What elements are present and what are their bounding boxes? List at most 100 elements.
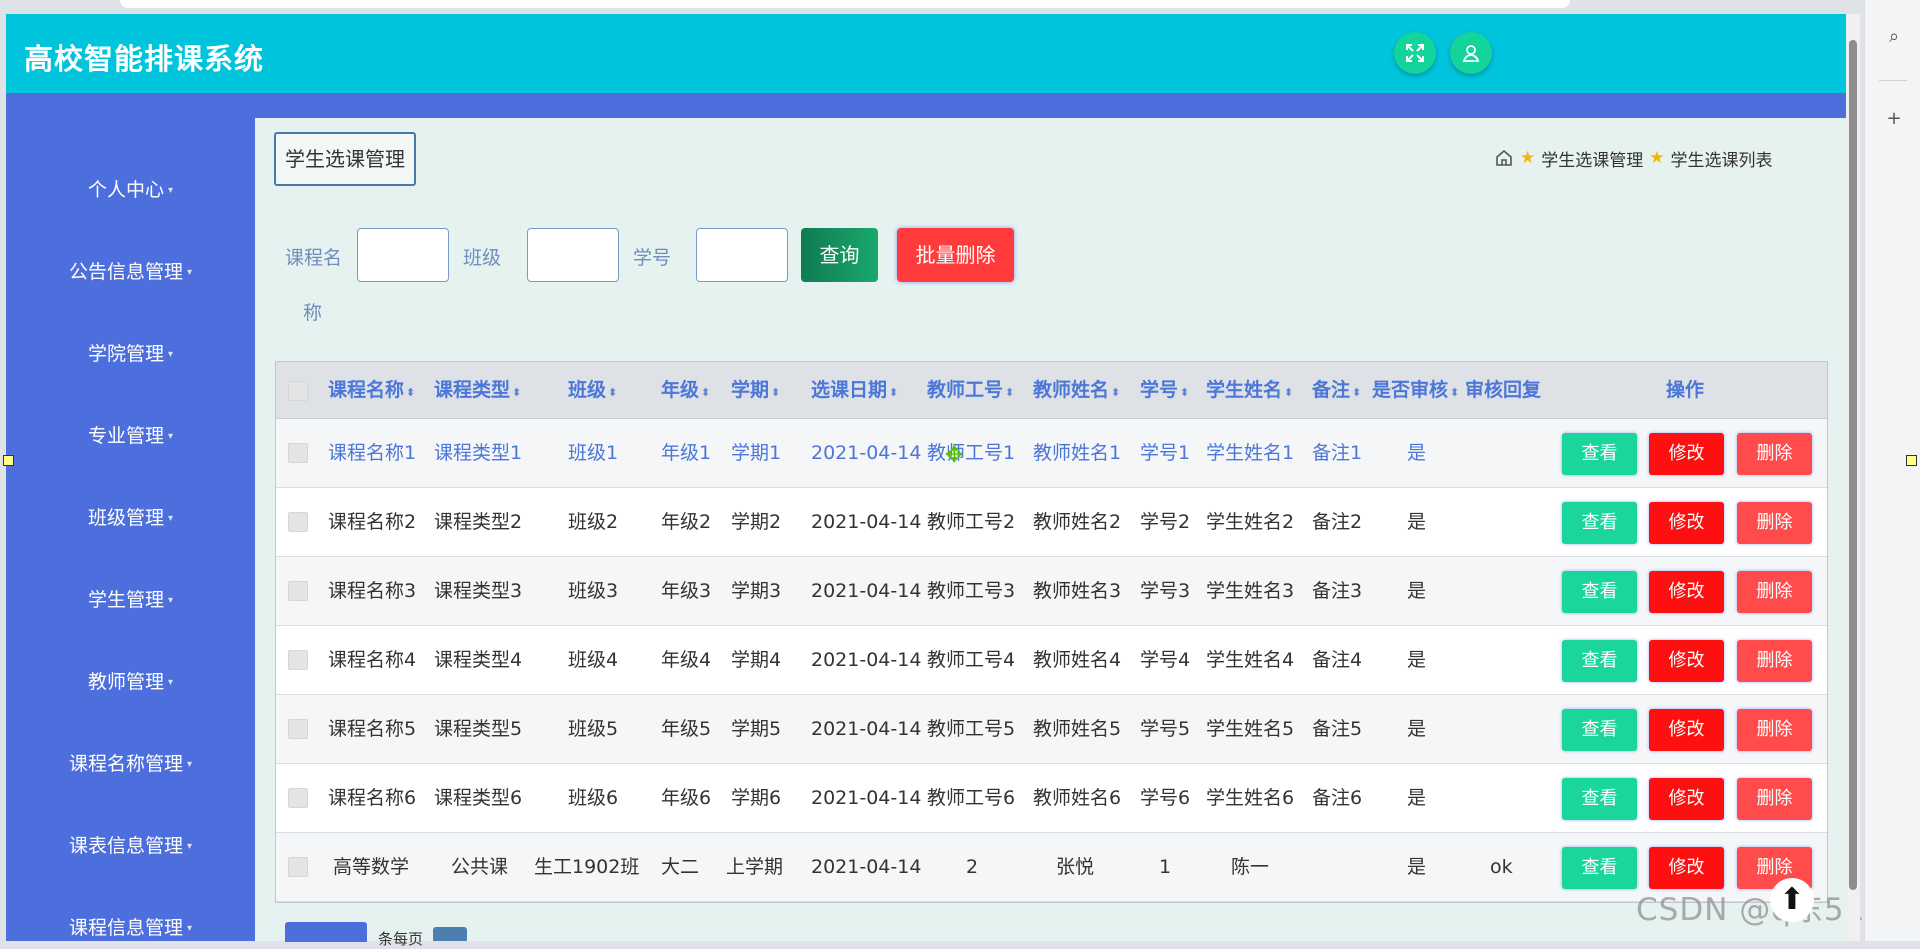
row-checkbox[interactable]	[288, 857, 308, 877]
edit-button[interactable]: 修改	[1649, 847, 1724, 889]
table-cell: 是	[1407, 442, 1427, 464]
delete-button[interactable]: 删除	[1737, 640, 1812, 682]
table-cell: 备注6	[1312, 787, 1363, 809]
column-header[interactable]: 教师姓名 ⬍	[1033, 362, 1120, 418]
table-cell: 2021-04-14	[811, 856, 922, 878]
column-header[interactable]: 备注 ⬍	[1312, 362, 1361, 418]
row-checkbox[interactable]	[288, 788, 308, 808]
table-body: 课程名称1 课程类型1 班级1 年级1 学期1 2021-04-14 教师工号1 教师姓名1 学…	[276, 419, 1827, 902]
column-header[interactable]: 年级 ⬍	[661, 362, 710, 418]
view-button[interactable]: 查看	[1562, 571, 1637, 613]
table-cell: 教师姓名1	[1033, 442, 1122, 464]
table-cell: 2021-04-14	[811, 787, 922, 809]
class-input[interactable]	[527, 228, 619, 282]
view-button[interactable]: 查看	[1562, 709, 1637, 751]
table-cell: 张悦	[1056, 856, 1095, 878]
table-cell: 是	[1407, 649, 1427, 671]
chevron-down-icon: ▾	[167, 512, 174, 524]
page-title-tab[interactable]: 学生选课管理	[274, 132, 416, 186]
search-icon[interactable]: ⌕	[1883, 26, 1905, 48]
divider	[1879, 80, 1907, 81]
table-cell: 年级1	[661, 442, 712, 464]
delete-button[interactable]: 删除	[1737, 709, 1812, 751]
sidebar-item-timetable[interactable]: 课表信息管理 ▾	[6, 826, 255, 866]
course-name-input[interactable]	[357, 228, 449, 282]
scroll-to-top-button[interactable]: ⬆	[1770, 878, 1814, 922]
row-checkbox[interactable]	[288, 650, 308, 670]
table-cell: 课程类型3	[434, 580, 523, 602]
sidebar-item-major[interactable]: 专业管理 ▾	[6, 416, 255, 456]
column-header[interactable]: 学号 ⬍	[1140, 362, 1189, 418]
user-menu-button[interactable]	[1450, 32, 1492, 74]
edit-button[interactable]: 修改	[1649, 709, 1724, 751]
row-checkbox[interactable]	[288, 512, 308, 532]
row-checkbox[interactable]	[288, 443, 308, 463]
delete-button[interactable]: 删除	[1737, 502, 1812, 544]
table-row: 课程名称1 课程类型1 班级1 年级1 学期1 2021-04-14 教师工号1 教师姓名1 学…	[276, 419, 1827, 488]
breadcrumb-item[interactable]: 学生选课列表	[1671, 146, 1773, 171]
table-cell: 备注5	[1312, 718, 1363, 740]
move-cursor-icon: ✥	[945, 443, 964, 468]
column-header[interactable]: 是否审核 ⬍	[1372, 362, 1459, 418]
sidebar-item-course-name[interactable]: 课程名称管理 ▾	[6, 744, 255, 784]
student-no-input[interactable]	[696, 228, 788, 282]
sidebar-item-course-info[interactable]: 课程信息管理 ▾	[6, 908, 255, 941]
address-bar[interactable]	[120, 0, 1570, 8]
delete-button[interactable]: 删除	[1737, 778, 1812, 820]
plus-icon[interactable]: +	[1883, 108, 1905, 130]
edit-button[interactable]: 修改	[1649, 502, 1724, 544]
edit-button[interactable]: 修改	[1649, 433, 1724, 475]
column-header[interactable]: 班级 ⬍	[568, 362, 617, 418]
sidebar-item-label: 学院管理	[87, 343, 164, 365]
sidebar-item-personal-center[interactable]: 个人中心 ▾	[6, 170, 255, 210]
view-button[interactable]: 查看	[1562, 847, 1637, 889]
sidebar-item-teacher[interactable]: 教师管理 ▾	[6, 662, 255, 702]
delete-button[interactable]: 删除	[1737, 433, 1812, 475]
view-button[interactable]: 查看	[1562, 502, 1637, 544]
row-checkbox[interactable]	[288, 581, 308, 601]
arrow-up-icon: ⬆	[1779, 882, 1805, 917]
column-header[interactable]: 教师工号 ⬍	[927, 362, 1014, 418]
table-cell: ok	[1490, 856, 1513, 878]
vertical-scrollbar[interactable]	[1846, 14, 1860, 941]
table-cell: 学生姓名3	[1206, 580, 1295, 602]
sidebar-item-college[interactable]: 学院管理 ▾	[6, 334, 255, 374]
row-checkbox[interactable]	[288, 719, 308, 739]
query-button[interactable]: 查询	[801, 228, 878, 282]
sidebar-item-student[interactable]: 学生管理 ▾	[6, 580, 255, 620]
chevron-down-icon: ▾	[167, 184, 174, 196]
column-header[interactable]: 学期 ⬍	[731, 362, 780, 418]
delete-button[interactable]: 删除	[1737, 571, 1812, 613]
table-cell: 高等数学	[333, 856, 410, 878]
scrollbar-thumb[interactable]	[1849, 40, 1857, 890]
edit-button[interactable]: 修改	[1649, 778, 1724, 820]
sidebar-item-class[interactable]: 班级管理 ▾	[6, 498, 255, 538]
view-button[interactable]: 查看	[1562, 778, 1637, 820]
view-button[interactable]: 查看	[1562, 433, 1637, 475]
app-title: 高校智能排课系统	[24, 42, 265, 76]
batch-delete-button[interactable]: 批量删除	[897, 228, 1014, 282]
table-cell: 2021-04-14	[811, 580, 922, 602]
page-size-select[interactable]	[285, 922, 367, 942]
table-cell: 是	[1407, 856, 1427, 878]
fullscreen-button[interactable]	[1394, 32, 1436, 74]
column-header[interactable]: 课程类型 ⬍	[434, 362, 521, 418]
resize-handle[interactable]	[3, 455, 14, 466]
breadcrumb-item[interactable]: 学生选课管理	[1541, 146, 1643, 171]
sidebar-item-label: 教师管理	[87, 671, 164, 693]
sidebar-item-notice[interactable]: 公告信息管理 ▾	[6, 252, 255, 292]
edit-button[interactable]: 修改	[1649, 571, 1724, 613]
course-name-label: 课程名	[285, 247, 343, 269]
home-icon[interactable]	[1494, 148, 1514, 168]
sort-icon: ⬍	[1284, 386, 1294, 399]
table-cell: 2021-04-14	[811, 649, 922, 671]
column-header[interactable]: 选课日期 ⬍	[811, 362, 898, 418]
page-number-button[interactable]	[433, 927, 467, 941]
column-header[interactable]: 学生姓名 ⬍	[1206, 362, 1293, 418]
select-all-checkbox[interactable]	[288, 381, 308, 401]
table-cell: 课程类型5	[434, 718, 523, 740]
resize-handle[interactable]	[1906, 455, 1917, 466]
edit-button[interactable]: 修改	[1649, 640, 1724, 682]
view-button[interactable]: 查看	[1562, 640, 1637, 682]
column-header[interactable]: 课程名称 ⬍	[328, 362, 415, 418]
